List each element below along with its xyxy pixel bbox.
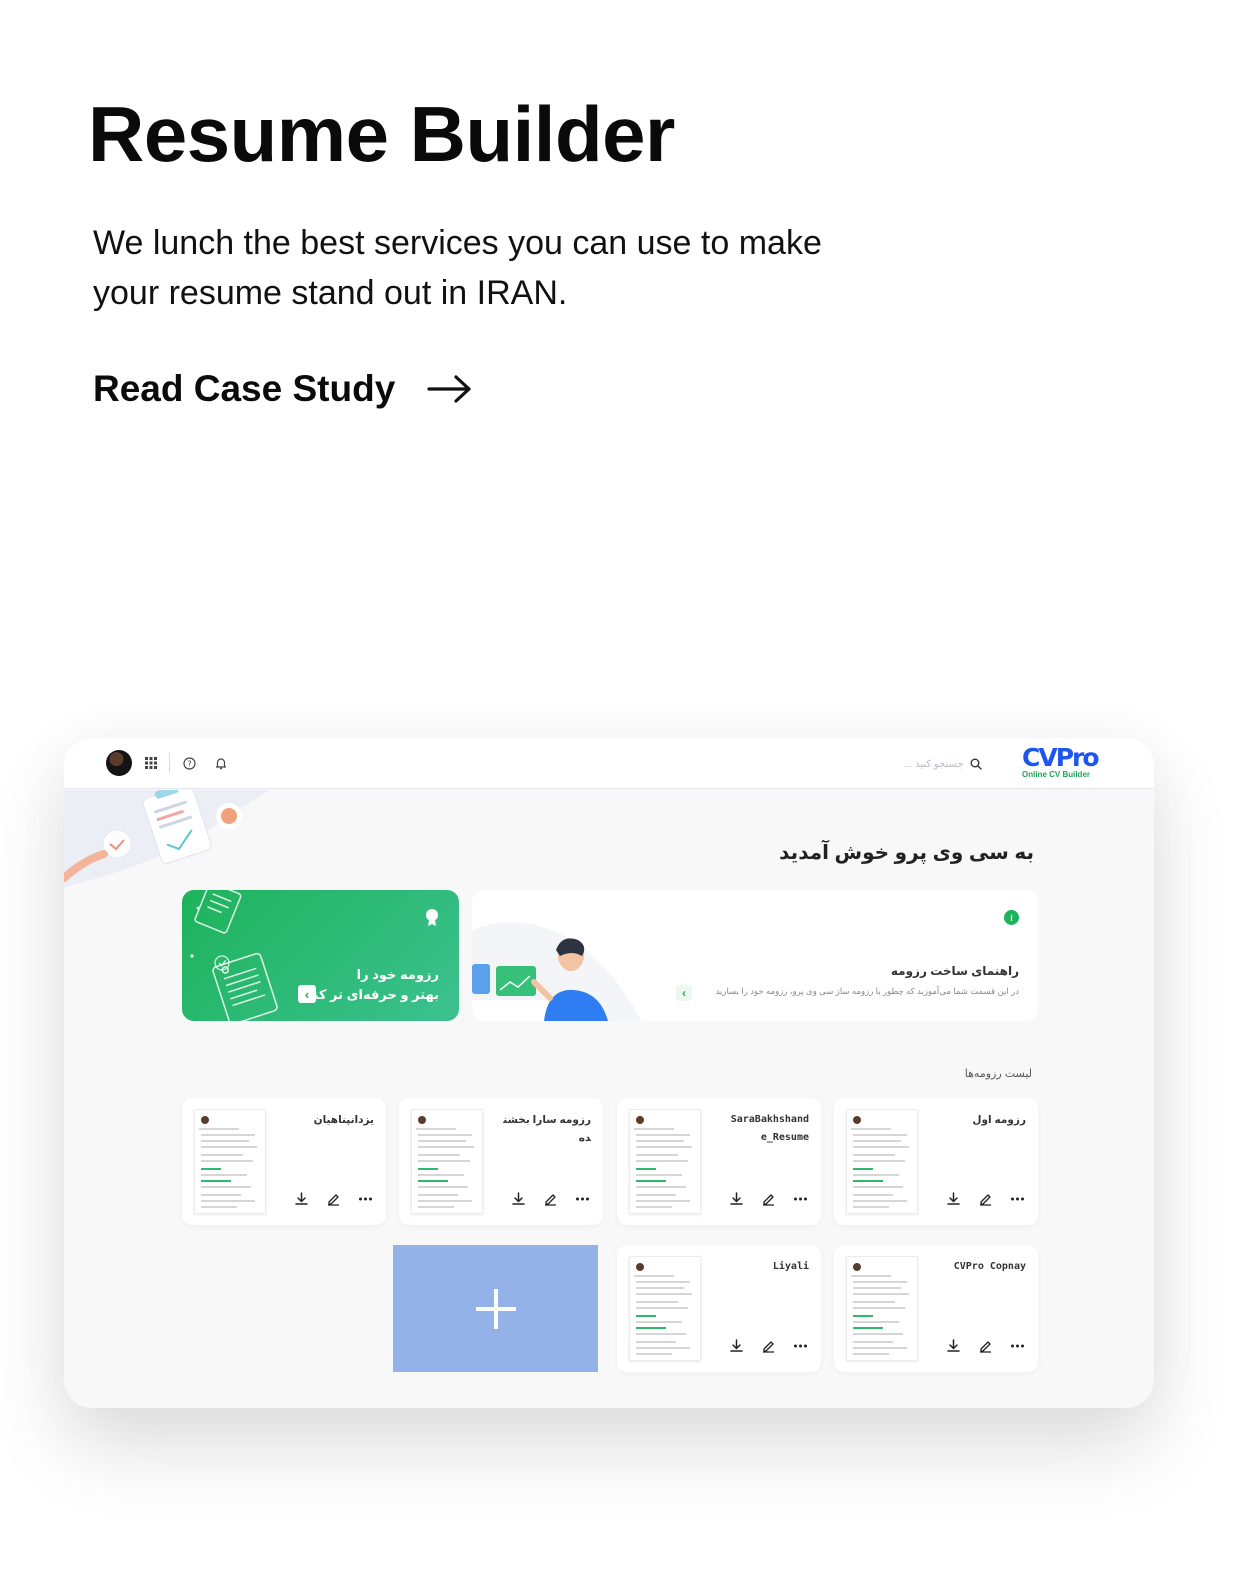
pencil-icon [979,1193,991,1206]
avatar[interactable] [106,750,132,776]
download-icon [729,1191,743,1205]
arrow-right-icon [427,375,471,403]
edit-button[interactable] [976,1189,994,1207]
read-case-study-link[interactable]: Read Case Study [93,368,473,410]
chevron-left-icon: ‹ [304,986,310,1002]
more-button[interactable] [573,1189,591,1207]
resume-thumbnail[interactable] [194,1109,266,1214]
resume-card[interactable]: رزومه اول [834,1098,1038,1225]
card-actions [944,1189,1026,1207]
pencil-icon [762,1193,774,1206]
bell-icon[interactable] [214,756,228,770]
add-resume-button[interactable] [393,1245,598,1372]
promo-line-1: رزومه خود را [356,967,439,982]
download-button[interactable] [292,1189,310,1207]
header-illustration [64,790,269,887]
topbar-divider [169,753,170,773]
app-topbar: ? جستجو کنید ... CVPro Online CV Builder [64,738,1154,789]
pencil-icon [979,1340,991,1353]
more-button[interactable] [356,1189,374,1207]
more-dots-icon [1010,1344,1024,1347]
resume-card[interactable]: Liyali [617,1245,821,1372]
download-icon [729,1338,743,1352]
resume-list-label: لیست رزومه‌ها [964,1068,1032,1080]
more-dots-icon [793,1197,807,1200]
download-button[interactable] [944,1189,962,1207]
resume-card[interactable]: رزومه سارا بخشنده [399,1098,603,1225]
card-actions [727,1336,809,1354]
resume-card[interactable]: CVPro Copnay [834,1245,1038,1372]
logo-tagline: Online CV Builder [1022,770,1091,779]
search-placeholder: جستجو کنید ... [904,758,964,770]
apps-grid-icon[interactable] [144,756,158,770]
card-actions [292,1189,374,1207]
guide-illustration [472,922,642,1021]
svg-text:?: ? [187,759,191,768]
resume-card[interactable]: یزدانپناهیان [182,1098,386,1225]
chevron-left-icon: ‹ [682,986,686,1000]
cvpro-logo[interactable]: CVPro Online CV Builder [1022,743,1102,780]
download-icon [294,1191,308,1205]
more-dots-icon [358,1197,372,1200]
hero-title: Resume Builder [88,90,675,178]
help-icon[interactable]: ? [182,756,196,770]
more-button[interactable] [1008,1336,1026,1354]
download-button[interactable] [509,1189,527,1207]
more-button[interactable] [1008,1189,1026,1207]
guide-description: در این قسمت شما می‌آموزید که چطور با رزو… [715,986,1019,996]
resume-thumbnail[interactable] [629,1109,701,1214]
card-actions [509,1189,591,1207]
more-button[interactable] [791,1189,809,1207]
resume-thumbnail[interactable] [411,1109,483,1214]
resume-title: CVPro Copnay [953,1261,1026,1272]
pencil-icon [762,1340,774,1353]
card-actions [944,1336,1026,1354]
info-icon: i [1004,910,1019,925]
more-dots-icon [1010,1197,1024,1200]
resume-title: یزدانپناهیان [313,1114,374,1126]
app-mockup: ? جستجو کنید ... CVPro Online CV Builder [64,738,1154,1408]
resume-title: رزومه اول [972,1114,1026,1126]
download-button[interactable] [944,1336,962,1354]
resume-thumbnail[interactable] [846,1256,918,1361]
guide-title: راهنمای ساخت رزومه [890,964,1019,978]
search-box[interactable]: جستجو کنید ... [904,754,1004,774]
guide-card[interactable]: i راهنمای ساخت رزومه در این قسمت شما می‌… [472,890,1038,1021]
resume-thumbnail[interactable] [629,1256,701,1361]
promo-card[interactable]: رزومه خود را بهتر و حرفه‌ای تر کنید ‹ [182,890,459,1021]
logo-wordmark: CVPro [1022,743,1100,772]
edit-button[interactable] [324,1189,342,1207]
download-icon [946,1338,960,1352]
edit-button[interactable] [759,1336,777,1354]
download-button[interactable] [727,1336,745,1354]
resume-title: رزومه سارا بخشنده [503,1114,591,1144]
search-icon [970,758,982,770]
more-dots-icon [575,1197,589,1200]
edit-button[interactable] [759,1189,777,1207]
pencil-icon [544,1193,556,1206]
promo-arrow-button[interactable]: ‹ [298,985,316,1003]
edit-button[interactable] [541,1189,559,1207]
more-dots-icon [793,1344,807,1347]
download-icon [511,1191,525,1205]
hero-description: We lunch the best services you can use t… [93,224,822,312]
resume-thumbnail[interactable] [846,1109,918,1214]
resume-card[interactable]: SaraBakhshand e_Resume [617,1098,821,1225]
more-button[interactable] [791,1336,809,1354]
card-actions [727,1189,809,1207]
pencil-icon [327,1193,339,1206]
read-case-study-label: Read Case Study [93,368,396,409]
plus-icon [475,1288,516,1329]
resume-title: Liyali [772,1261,809,1272]
edit-button[interactable] [976,1336,994,1354]
download-button[interactable] [727,1189,745,1207]
welcome-heading: به سی وی پرو خوش آمدید [779,842,1034,864]
download-icon [946,1191,960,1205]
resume-title: SaraBakhshand e_Resume [730,1114,809,1143]
award-icon [426,909,438,926]
guide-arrow-button[interactable]: ‹ [676,985,692,1001]
promo-line-2: بهتر و حرفه‌ای تر کنید [300,987,439,1002]
promo-text: رزومه خود را بهتر و حرفه‌ای تر کنید [301,965,439,1005]
